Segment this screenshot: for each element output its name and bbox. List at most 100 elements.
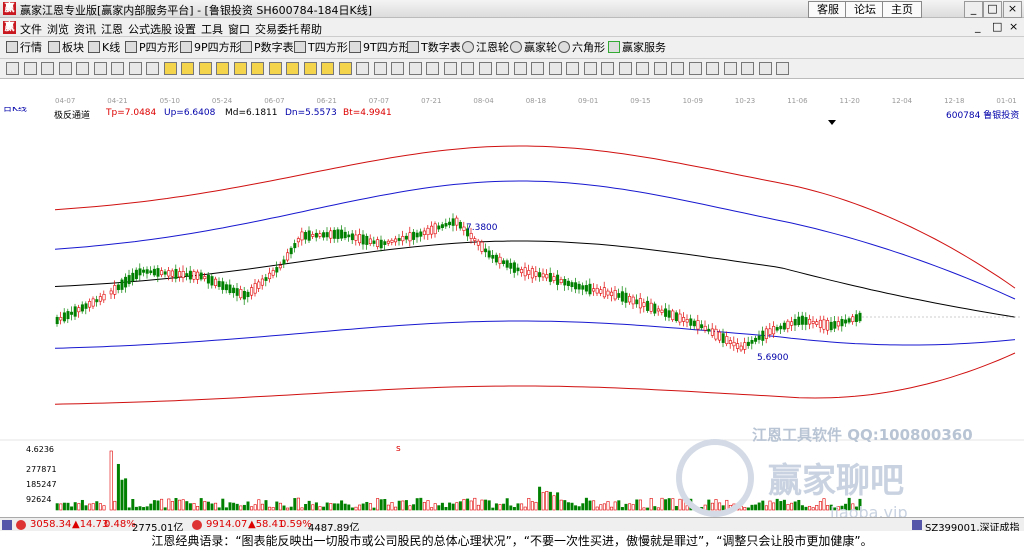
drawing-tool-icon[interactable] <box>286 62 299 75</box>
drawing-tool-icon[interactable] <box>373 62 387 75</box>
volume-bar <box>541 492 545 511</box>
tb-sectors[interactable]: 板块 <box>48 40 84 56</box>
candle <box>170 270 174 277</box>
drawing-tool-icon[interactable] <box>618 62 632 75</box>
tb-kline[interactable]: K线 <box>88 40 120 56</box>
menu-news[interactable]: 资讯 <box>74 21 96 37</box>
menu-window[interactable]: 窗口 <box>228 21 250 37</box>
drawing-tool-icon[interactable] <box>93 62 107 75</box>
kline-chart[interactable]: 江恩工具软件 QQ:100800360 赢家聊吧 liaoba.vip 7.38… <box>0 106 1024 518</box>
menu-gann[interactable]: 江恩 <box>101 21 123 37</box>
drawing-tool-icon[interactable] <box>6 62 19 75</box>
date-tick: 08-04 <box>473 97 494 105</box>
drawing-tool-icon[interactable] <box>268 62 282 75</box>
drawing-tool-icon[interactable] <box>741 62 754 75</box>
mdi-restore-button[interactable]: □ <box>992 20 1002 33</box>
drawing-tool-icon[interactable] <box>146 62 159 75</box>
candle <box>685 319 689 323</box>
minimize-button[interactable]: _ <box>964 1 983 18</box>
drawing-tool-icon[interactable] <box>513 62 527 75</box>
candle <box>116 284 120 291</box>
link-forum[interactable]: 论坛 <box>845 1 885 18</box>
candle <box>383 241 387 245</box>
drawing-tool-icon[interactable] <box>706 62 719 75</box>
drawing-tool-icon[interactable] <box>181 62 194 75</box>
drawing-tool-icon[interactable] <box>128 62 142 75</box>
tb-p-square[interactable]: P四方形 <box>125 40 179 56</box>
drawing-tool-icon[interactable] <box>583 62 597 75</box>
menu-formula-select[interactable]: 公式选股 <box>128 21 172 37</box>
drawing-tool-icon[interactable] <box>548 62 562 75</box>
tb-gann-wheel[interactable]: 江恩轮 <box>462 40 509 56</box>
menu-settings[interactable]: 设置 <box>174 21 196 37</box>
drawing-tool-icon[interactable] <box>566 62 579 75</box>
link-service[interactable]: 客服 <box>808 1 848 18</box>
tb-9t-square[interactable]: 9T四方形 <box>349 40 410 56</box>
link-home[interactable]: 主页 <box>882 1 922 18</box>
volume-bar <box>253 504 257 511</box>
drawing-tool-icon[interactable] <box>443 62 457 75</box>
maximize-button[interactable]: □ <box>983 1 1002 18</box>
tb-t-table[interactable]: T数字表 <box>407 40 461 56</box>
volume-bar <box>559 499 563 511</box>
drawing-tool-icon[interactable] <box>408 62 422 75</box>
menu-tools[interactable]: 工具 <box>201 21 223 37</box>
drawing-tool-icon[interactable] <box>636 62 649 75</box>
drawing-tool-icon[interactable] <box>478 62 492 75</box>
tb-winner-service[interactable]: 赢家服务 <box>608 40 666 56</box>
drawing-tool-icon[interactable] <box>426 62 439 75</box>
dropdown-arrow-icon[interactable] <box>828 120 836 125</box>
drawing-tool-icon[interactable] <box>163 62 177 75</box>
menu-browse[interactable]: 浏览 <box>47 21 69 37</box>
candle <box>800 315 804 325</box>
menu-help[interactable]: 帮助 <box>300 21 322 37</box>
drawing-tool-icon[interactable] <box>303 62 317 75</box>
drawing-tool-icon[interactable] <box>758 62 772 75</box>
drawing-tool-icon[interactable] <box>776 62 789 75</box>
tb-t-square[interactable]: T四方形 <box>294 40 348 56</box>
tb-quotes[interactable]: 行情 <box>6 40 42 56</box>
tb-p-table[interactable]: P数字表 <box>240 40 294 56</box>
candle <box>779 325 783 330</box>
candle <box>235 288 239 296</box>
mdi-close-button[interactable]: × <box>1009 20 1018 33</box>
drawing-tool-icon[interactable] <box>461 62 474 75</box>
drawing-tool-icon[interactable] <box>723 62 737 75</box>
volume-bar <box>512 507 516 511</box>
drawing-tool-icon[interactable] <box>531 62 544 75</box>
drawing-tool-icon[interactable] <box>76 62 89 75</box>
menu-trade[interactable]: 交易委托 <box>255 21 299 37</box>
candle <box>793 319 797 326</box>
menu-file[interactable]: 文件 <box>20 21 42 37</box>
drawing-tool-icon[interactable] <box>356 62 369 75</box>
tb-hexagon[interactable]: 六角形 <box>558 40 605 56</box>
drawing-tool-icon[interactable] <box>671 62 684 75</box>
drawing-tool-icon[interactable] <box>391 62 404 75</box>
drawing-tool-icon[interactable] <box>198 62 212 75</box>
tb-9p-square[interactable]: 9P四方形 <box>180 40 241 56</box>
close-button[interactable]: × <box>1003 1 1022 18</box>
candle <box>606 290 610 296</box>
drawing-tool-icon[interactable] <box>496 62 509 75</box>
tb-winner-wheel[interactable]: 赢家轮 <box>510 40 557 56</box>
drawing-tool-icon[interactable] <box>111 62 124 75</box>
drawing-tool-icon[interactable] <box>58 62 72 75</box>
drawing-tool-icon[interactable] <box>233 62 247 75</box>
drawing-tool-icon[interactable] <box>321 62 334 75</box>
drawing-tool-icon[interactable] <box>23 62 37 75</box>
drawing-tool-icon[interactable] <box>653 62 667 75</box>
candle <box>239 289 243 299</box>
volume-bar <box>592 500 596 511</box>
mdi-minimize-button[interactable]: _ <box>975 20 981 33</box>
drawing-tool-icon[interactable] <box>251 62 264 75</box>
drawing-tool-icon[interactable] <box>216 62 229 75</box>
drawing-tool-icon[interactable] <box>338 62 352 75</box>
volume-bar <box>487 500 491 511</box>
index-table-icon[interactable] <box>2 520 12 530</box>
drawing-tool-icon[interactable] <box>688 62 702 75</box>
candle <box>354 234 358 241</box>
drawing-tool-icon[interactable] <box>41 62 54 75</box>
drawing-tool-icon[interactable] <box>601 62 614 75</box>
volume-bar <box>340 500 344 511</box>
candle <box>91 298 95 307</box>
